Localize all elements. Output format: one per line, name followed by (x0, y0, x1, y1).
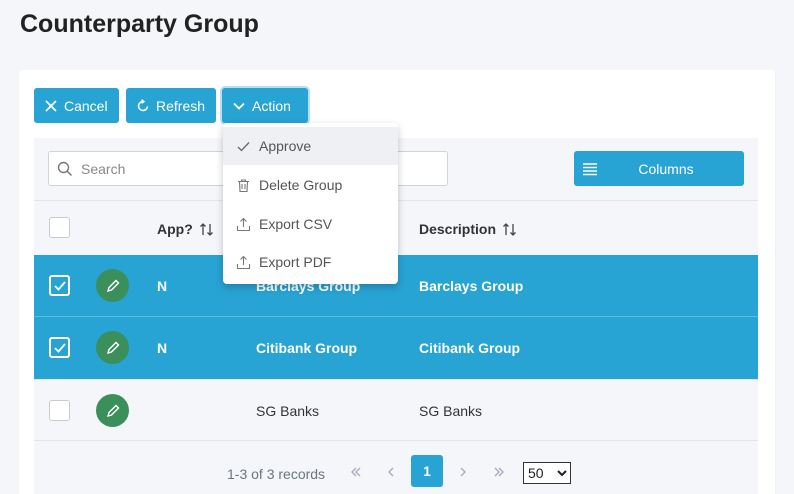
table-row[interactable]: SG Banks SG Banks (34, 379, 758, 441)
paginator: 1-3 of 3 records 1 50 (34, 440, 758, 494)
sort-icon (503, 222, 516, 236)
cell-description: Barclays Group (419, 278, 524, 294)
action-label: Action (252, 97, 291, 114)
cell-description: Citibank Group (419, 340, 521, 356)
header-description-label: Description (419, 221, 497, 237)
cancel-label: Cancel (64, 97, 108, 114)
menu-item-approve[interactable]: Approve (223, 127, 398, 165)
double-chevron-right-icon (494, 467, 504, 477)
row-checkbox[interactable] (49, 400, 70, 421)
pencil-icon (106, 404, 119, 417)
menu-item-export-pdf[interactable]: Export PDF (223, 243, 398, 281)
upload-icon (236, 255, 251, 269)
cell-name: SG Banks (256, 403, 320, 419)
check-icon (237, 141, 250, 151)
cell-name: Citibank Group (256, 340, 358, 356)
check-icon (54, 343, 66, 353)
header-description[interactable]: Description (419, 221, 517, 237)
close-icon (45, 99, 57, 112)
upload-icon (236, 217, 251, 231)
page-title: Counterparty Group (20, 10, 259, 38)
cell-approved: N (157, 278, 168, 294)
columns-label: Columns (638, 160, 694, 177)
header-approved[interactable]: App? (157, 221, 214, 237)
refresh-label: Refresh (156, 97, 206, 114)
row-checkbox[interactable] (49, 337, 70, 358)
trash-icon (238, 178, 249, 192)
edit-button[interactable] (96, 269, 129, 302)
last-page-button[interactable] (484, 456, 514, 488)
first-page-button[interactable] (341, 456, 371, 488)
menu-item-export-csv[interactable]: Export CSV (223, 205, 398, 243)
page-button-current[interactable]: 1 (411, 455, 443, 487)
row-checkbox[interactable] (49, 275, 70, 296)
sort-icon (199, 222, 213, 236)
pencil-icon (106, 279, 119, 292)
menu-item-label: Delete Group (259, 177, 343, 193)
menu-item-label: Export PDF (259, 254, 332, 270)
refresh-icon (137, 98, 149, 111)
cell-approved: N (157, 340, 168, 356)
page-info: 1-3 of 3 records (227, 466, 326, 482)
page-size-select[interactable]: 50 (523, 462, 571, 484)
table-row[interactable]: N Citibank Group Citibank Group (34, 317, 758, 379)
chevron-down-icon (233, 102, 245, 110)
action-button[interactable]: Action (222, 88, 308, 123)
columns-button[interactable]: Columns (574, 151, 744, 186)
menu-item-label: Approve (259, 138, 312, 154)
search-icon (57, 161, 73, 176)
chevron-right-icon (460, 467, 466, 477)
double-chevron-left-icon (351, 467, 361, 477)
select-all-checkbox[interactable] (49, 217, 70, 238)
prev-page-button[interactable] (376, 456, 406, 488)
next-page-button[interactable] (448, 456, 478, 488)
edit-button[interactable] (96, 394, 129, 427)
chevron-left-icon (388, 467, 394, 477)
check-icon (54, 281, 66, 291)
header-approved-label: App? (157, 221, 193, 237)
action-dropdown-menu: Approve Delete Group Export CSV Export P… (223, 123, 398, 284)
pencil-icon (106, 341, 119, 354)
cancel-button[interactable]: Cancel (34, 88, 119, 123)
edit-button[interactable] (96, 331, 129, 364)
menu-item-delete-group[interactable]: Delete Group (223, 166, 398, 204)
refresh-button[interactable]: Refresh (126, 88, 216, 123)
menu-item-label: Export CSV (259, 216, 333, 232)
cell-description: SG Banks (419, 403, 483, 419)
